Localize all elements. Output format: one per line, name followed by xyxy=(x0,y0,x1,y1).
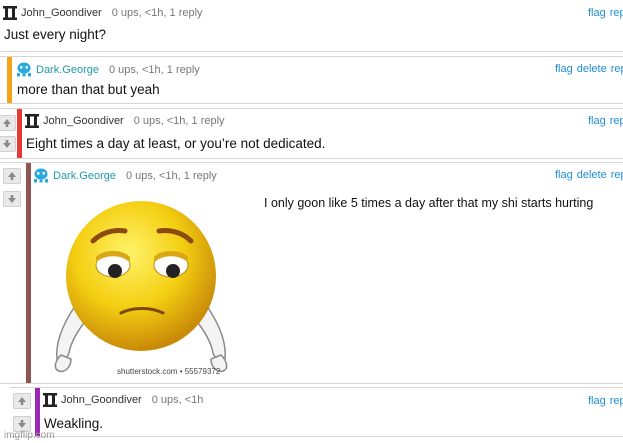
thread-bar xyxy=(35,388,40,436)
reply-link[interactable]: rep xyxy=(611,169,623,181)
comment-actions: flag rep xyxy=(588,115,623,127)
pillar-icon xyxy=(43,393,57,407)
flag-link[interactable]: flag xyxy=(555,169,573,181)
comment-1: John_Goondiver 0 ups, <1h, 1 reply flag r… xyxy=(0,0,623,52)
delete-link[interactable]: delete xyxy=(577,169,607,181)
flag-link[interactable]: flag xyxy=(588,395,606,407)
comment-meta: 0 ups, <1h, 1 reply xyxy=(108,63,200,76)
comment-3: John_Goondiver 0 ups, <1h, 1 reply flag r… xyxy=(0,108,623,159)
username[interactable]: John_Goondiver xyxy=(21,7,102,19)
upvote-button[interactable] xyxy=(0,115,16,131)
comment-4: Dark.George 0 ups, <1h, 1 reply flag dele… xyxy=(0,162,623,384)
image-caption: shutterstock.com • 55579372 xyxy=(117,367,221,376)
upvote-button[interactable] xyxy=(3,168,21,184)
username[interactable]: Dark.George xyxy=(36,64,99,76)
thread-bar xyxy=(7,57,12,103)
comment-text: more than that but yeah xyxy=(17,82,160,97)
comment-text: Eight times a day at least, or you’re no… xyxy=(26,136,326,151)
thread-bar xyxy=(26,163,31,383)
username[interactable]: John_Goondiver xyxy=(43,115,124,127)
comment-text: I only goon like 5 times a day after tha… xyxy=(264,196,594,210)
pillar-icon xyxy=(25,114,39,128)
comment-image[interactable]: shutterstock.com • 55579372 xyxy=(35,191,255,381)
flag-link[interactable]: flag xyxy=(555,63,573,75)
downvote-button[interactable] xyxy=(0,136,16,152)
comment-5: John_Goondiver 0 ups, <1h flag rep Weakli… xyxy=(10,387,623,437)
pillar-icon xyxy=(3,6,17,20)
comment-header: John_Goondiver 0 ups, <1h xyxy=(43,393,203,407)
comment-meta: 0 ups, <1h xyxy=(151,394,204,406)
upvote-button[interactable] xyxy=(13,393,31,409)
comment-actions: flag delete rep xyxy=(555,63,623,75)
down-arrow-icon xyxy=(18,420,26,428)
comment-header: Dark.George 0 ups, <1h, 1 reply xyxy=(33,168,217,183)
up-arrow-icon xyxy=(18,397,26,405)
reply-link[interactable]: rep xyxy=(611,63,623,75)
comment-header: John_Goondiver 0 ups, <1h, 1 reply xyxy=(25,114,225,128)
username[interactable]: Dark.George xyxy=(53,170,116,182)
imgflip-watermark: imgflip.com xyxy=(4,430,55,441)
comment-text: Weakling. xyxy=(44,416,104,431)
comment-meta: 0 ups, <1h, 1 reply xyxy=(133,115,225,127)
reply-link[interactable]: rep xyxy=(610,395,623,407)
downvote-button[interactable] xyxy=(3,191,21,207)
comment-actions: flag delete rep xyxy=(555,169,623,181)
down-arrow-icon xyxy=(8,195,16,203)
comment-meta: 0 ups, <1h, 1 reply xyxy=(111,7,203,19)
sad-emoji-image xyxy=(54,201,228,373)
alien-icon xyxy=(34,168,48,183)
up-arrow-icon xyxy=(8,172,16,180)
comment-header: John_Goondiver 0 ups, <1h, 1 reply xyxy=(3,6,203,20)
reply-link[interactable]: rep xyxy=(610,7,623,19)
comment-header: Dark.George 0 ups, <1h, 1 reply xyxy=(16,62,200,77)
flag-link[interactable]: flag xyxy=(588,7,606,19)
flag-link[interactable]: flag xyxy=(588,115,606,127)
comment-actions: flag rep xyxy=(588,7,623,19)
comment-meta: 0 ups, <1h, 1 reply xyxy=(125,169,217,182)
thread-bar xyxy=(17,109,22,158)
down-arrow-icon xyxy=(3,140,11,148)
comment-text: Just every night? xyxy=(4,27,107,42)
reply-link[interactable]: rep xyxy=(610,115,623,127)
alien-icon xyxy=(17,62,31,77)
delete-link[interactable]: delete xyxy=(577,63,607,75)
up-arrow-icon xyxy=(3,119,11,127)
comment-actions: flag rep xyxy=(588,395,623,407)
comment-2: Dark.George 0 ups, <1h, 1 reply flag dele… xyxy=(0,56,623,104)
username[interactable]: John_Goondiver xyxy=(61,394,142,406)
